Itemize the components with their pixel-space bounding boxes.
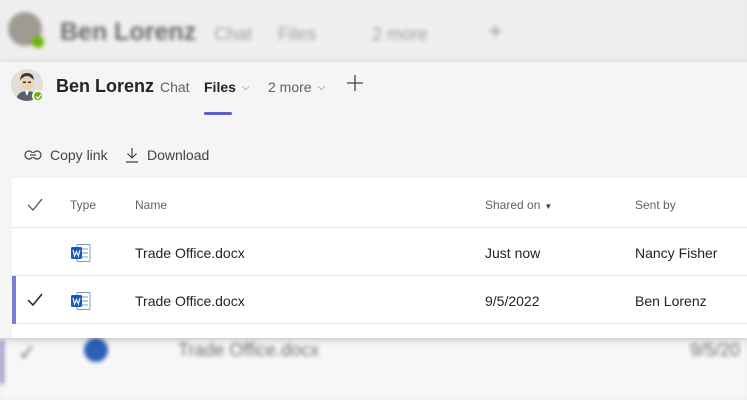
tab-more-label: 2 more [268,79,312,95]
download-icon [126,148,138,163]
sent-by: Ben Lorenz [635,293,707,309]
files-panel: Ben Lorenz Chat Files ⌵ 2 more ⌵ Copy li… [0,62,747,338]
download-label: Download [147,147,210,163]
column-header-name[interactable]: Name [135,198,167,212]
presence-available-icon [32,90,44,102]
shared-on-date: 9/5/2022 [485,293,540,309]
file-name[interactable]: Trade Office.docx [135,245,245,261]
column-header-shared-on[interactable]: Shared on ▼ [485,198,552,212]
background-bottom-row [0,338,747,400]
download-button[interactable]: Download [125,147,209,163]
table-header-row: Type Name Shared on ▼ Sent by [12,178,747,228]
table-row[interactable]: Trade Office.docx Just now Nancy Fisher [12,228,747,276]
shared-on-date: Just now [485,245,541,261]
add-tab-button[interactable] [345,73,365,93]
files-toolbar: Copy link Download [12,134,747,178]
sort-descending-icon: ▼ [544,202,553,211]
word-document-icon [71,292,91,310]
tab-files-label: Files [204,79,236,95]
user-name: Ben Lorenz [56,76,155,96]
tab-files[interactable]: Files ⌵ [204,79,250,95]
column-header-shared-on-label: Shared on [485,198,541,212]
background-tab-more: 2 more [372,24,429,44]
background-avatar [8,12,44,48]
file-name[interactable]: Trade Office.docx [135,293,245,309]
active-tab-indicator [204,112,232,115]
copy-link-button[interactable]: Copy link [24,147,108,163]
table-row[interactable]: Trade Office.docx 9/5/2022 Ben Lorenz [12,276,747,324]
background-plus-icon: + [488,16,504,46]
background-check-icon: ✓ [18,340,37,365]
chevron-down-icon: ⌵ [241,81,250,93]
chat-header: Ben Lorenz Chat Files ⌵ 2 more ⌵ [0,62,747,116]
background-tab-files: Files [278,24,317,44]
row-checkmark-icon[interactable] [26,291,44,309]
background-file-name: Trade Office.docx [178,340,320,360]
files-table: Type Name Shared on ▼ Sent by Trade Offic… [12,178,747,324]
chevron-down-icon: ⌵ [317,81,326,93]
copy-link-label: Copy link [50,147,108,163]
link-icon [24,150,42,160]
background-word-icon [84,338,108,362]
files-content: Copy link Download Type Name Shared on ▼ … [12,134,747,338]
plus-icon [347,75,363,91]
column-header-type[interactable]: Type [70,198,96,212]
selected-row-indicator [12,276,16,324]
tab-chat-label: Chat [160,79,190,95]
background-selection-bar [0,340,4,384]
word-document-icon [71,244,91,262]
select-all-checkmark-icon[interactable] [26,196,44,214]
background-date: 9/5/20 [690,340,741,360]
tab-chat[interactable]: Chat [160,79,190,95]
column-header-sent-by[interactable]: Sent by [635,198,676,212]
tab-more[interactable]: 2 more ⌵ [268,79,325,95]
background-tab-chat: Chat [214,24,253,44]
sent-by: Nancy Fisher [635,245,718,261]
background-user-name: Ben Lorenz [60,18,197,46]
